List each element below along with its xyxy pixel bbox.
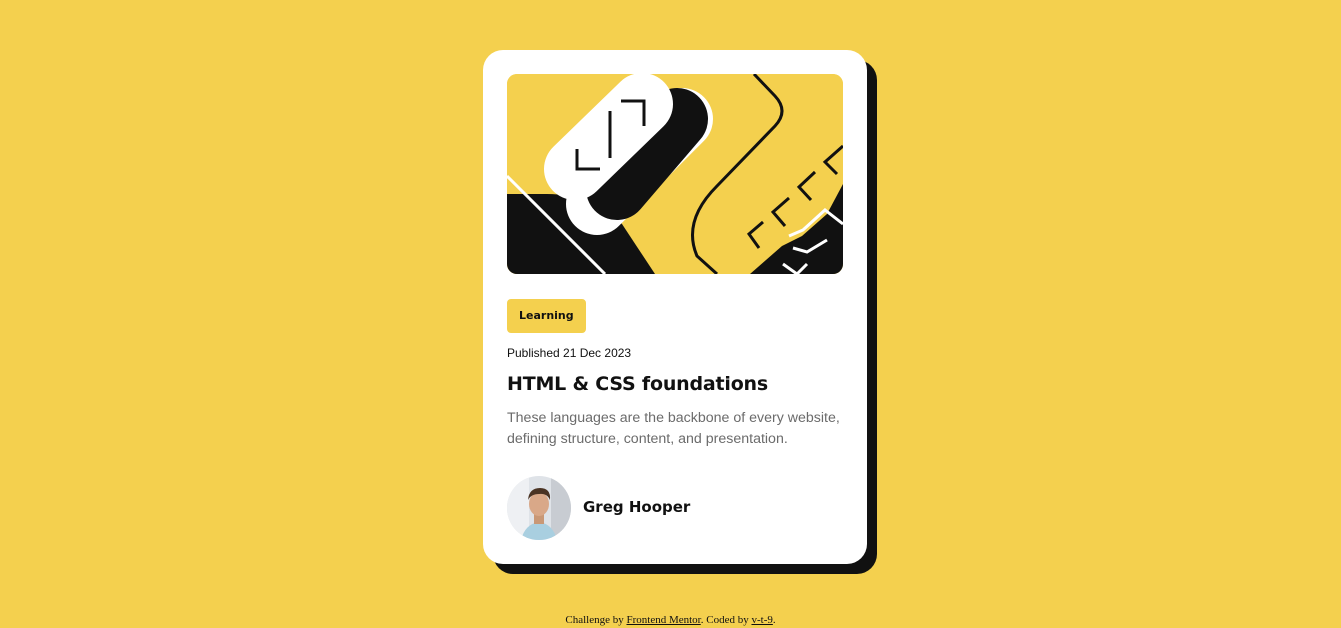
attribution-suffix: . <box>772 614 776 626</box>
attribution-prefix: Challenge by <box>565 614 627 626</box>
frontend-mentor-link[interactable]: Frontend Mentor <box>626 614 700 626</box>
blog-preview-card: Learning Published 21 Dec 2023 HTML & CS… <box>483 50 867 564</box>
attribution-middle: . Coded by <box>700 614 752 626</box>
category-tag: Learning <box>507 299 586 333</box>
card-description: These languages are the backbone of ever… <box>507 410 840 447</box>
published-date: Published 21 Dec 2023 <box>507 346 632 360</box>
card-title[interactable]: HTML & CSS foundations <box>507 373 768 395</box>
attribution-footer: Challenge by Frontend Mentor. Coded by v… <box>0 614 1341 626</box>
author-link[interactable]: v-t-9 <box>751 614 772 626</box>
author-name: Greg Hooper <box>583 498 691 516</box>
hero-illustration <box>507 74 843 274</box>
author-avatar <box>507 476 571 540</box>
